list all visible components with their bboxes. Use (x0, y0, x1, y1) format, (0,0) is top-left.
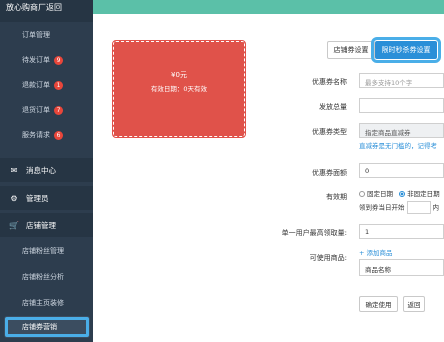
total-quantity-input[interactable] (359, 98, 444, 113)
sidebar-item-store-fans[interactable]: 店铺粉丝管理 (0, 240, 93, 262)
sidebar-item-label: 订单管理 (22, 31, 50, 39)
top-bar (93, 0, 444, 14)
main-content: ¥0元 有效日期：0天有效 店铺券设置 限时秒杀券设置 优惠券名称 最多支持10… (93, 14, 444, 342)
coupon-type-label: 优惠券类型 (312, 128, 347, 136)
coupon-name-label: 优惠券名称 (312, 78, 347, 86)
per-user-limit-label: 单一用户最高领取量: (281, 229, 347, 237)
sidebar-item-label: 店铺粉丝管理 (22, 247, 64, 255)
sidebar-item-return-orders[interactable]: 退货订单 7 (0, 99, 93, 121)
fixed-date-radio[interactable] (359, 191, 365, 197)
sidebar-item-label: 店铺券营销 (22, 323, 57, 331)
rolling-date-label: 非固定日期 (407, 190, 440, 198)
coupon-name-input[interactable]: 最多支持10个字 (359, 73, 444, 88)
validity-rolling-row: 领到券当日开始 内 (359, 201, 439, 214)
confirm-button[interactable]: 确定使用 (359, 296, 398, 312)
sidebar-group-messages[interactable]: ✉ 消息中心 (0, 158, 93, 182)
sidebar-item-label: 店铺主页装修 (22, 299, 64, 307)
tab-store-coupon[interactable]: 店铺券设置 (327, 41, 375, 59)
coupon-type-hint: 直减券是无门槛的，记得考 (359, 142, 437, 150)
goods-table-header: 商品名称 (359, 259, 444, 276)
validity-label: 有效期 (326, 193, 347, 201)
sidebar-item-label: 店铺粉丝分析 (22, 273, 64, 281)
sidebar-group-admins[interactable]: ⚙ 管理员 (0, 186, 93, 210)
brand-title[interactable]: 放心购商厂返回 (0, 0, 93, 22)
count-badge: 9 (54, 55, 63, 65)
validity-rolling-prefix: 领到券当日开始 (359, 203, 405, 212)
validity-rolling-suffix: 内 (432, 203, 440, 212)
sidebar-item-pending-orders[interactable]: 待发订单 9 (0, 49, 93, 71)
sidebar-item-coupon-marketing[interactable]: 店铺券营销 (4, 316, 90, 338)
coupon-type-select[interactable]: 指定商品直减券 (359, 123, 444, 138)
per-user-limit-input[interactable]: 1 (359, 224, 444, 239)
add-goods-link[interactable]: + 添加商品 (359, 247, 393, 257)
sidebar-group-label: 消息中心 (26, 165, 56, 175)
count-badge: 6 (54, 130, 63, 140)
sidebar: 放心购商厂返回 订单管理 待发订单 9 退款订单 1 退货订单 7 服务请求 6… (0, 0, 93, 342)
sidebar-item-label: 服务请求 (22, 131, 50, 139)
sidebar-item-orders[interactable]: 订单管理 (0, 24, 93, 46)
sidebar-item-service-requests[interactable]: 服务请求 6 (0, 124, 93, 146)
goods-label: 可使用商品: (309, 254, 347, 262)
coupon-validity: 有效日期：0天有效 (150, 85, 208, 93)
back-button[interactable]: 返回 (403, 296, 425, 312)
validity-options: 固定日期 非固定日期 (359, 188, 440, 198)
cart-icon: 🛒 (9, 220, 19, 230)
rolling-date-radio[interactable] (399, 191, 406, 197)
sidebar-group-store[interactable]: 🛒 店铺管理 (0, 213, 93, 237)
gears-icon: ⚙ (10, 193, 18, 203)
tab-flash-coupon[interactable]: 限时秒杀券设置 (371, 37, 441, 63)
coupon-amount: ¥0元 (171, 71, 187, 79)
coupon-preview-card: ¥0元 有效日期：0天有效 (112, 40, 246, 138)
sidebar-item-label: 待发订单 (22, 56, 50, 64)
sidebar-item-refund-orders[interactable]: 退款订单 1 (0, 74, 93, 96)
sidebar-group-label: 管理员 (26, 193, 49, 203)
sidebar-item-label: 退款订单 (22, 81, 50, 89)
fixed-date-label: 固定日期 (367, 190, 393, 198)
sidebar-item-home-decoration[interactable]: 店铺主页装修 (0, 292, 93, 314)
count-badge: 7 (54, 105, 63, 115)
sidebar-item-label: 退货订单 (22, 106, 50, 114)
total-quantity-label: 发放总量 (319, 103, 347, 111)
sidebar-item-fans-analysis[interactable]: 店铺粉丝分析 (0, 266, 93, 288)
coupon-amount-input[interactable]: 0 (359, 163, 444, 178)
coupon-amount-label: 优惠券面额 (312, 169, 347, 177)
envelope-icon: ✉ (10, 165, 18, 175)
count-badge: 1 (54, 80, 63, 90)
validity-days-input[interactable] (406, 201, 431, 214)
sidebar-group-label: 店铺管理 (26, 220, 56, 230)
